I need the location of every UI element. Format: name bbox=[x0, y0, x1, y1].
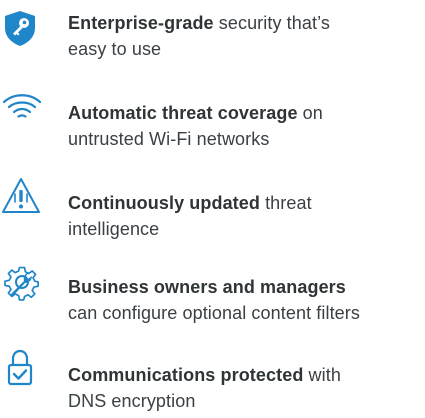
warning-triangle-icon bbox=[1, 176, 41, 216]
feature-rest-text: threat bbox=[259, 193, 312, 213]
feature-list: Enterprise-grade security that’s easy to… bbox=[0, 0, 425, 418]
feature-item-enterprise-security: Enterprise-grade security that’s easy to… bbox=[0, 6, 425, 62]
feature-second-line: DNS encryption bbox=[68, 391, 196, 411]
feature-item-threat-intelligence: Continuously updated threat intelligence bbox=[0, 174, 425, 239]
feature-rest-text: on bbox=[297, 103, 323, 123]
shield-key-icon bbox=[0, 8, 40, 48]
feature-text: Continuously updated threat intelligence bbox=[68, 190, 420, 242]
wifi-icon bbox=[2, 88, 42, 128]
feature-second-line: can configure optional content filters bbox=[68, 303, 360, 323]
feature-item-content-filters: Business owners and managers can configu… bbox=[0, 262, 425, 323]
feature-rest-text: security that’s bbox=[213, 13, 330, 33]
feature-rest-text: with bbox=[303, 365, 341, 385]
feature-text: Automatic threat coverage on untrusted W… bbox=[68, 100, 420, 152]
feature-second-line: untrusted Wi-Fi networks bbox=[68, 129, 270, 149]
feature-bold-text: Continuously updated bbox=[68, 193, 260, 213]
feature-bold-text: Communications protected bbox=[68, 365, 304, 385]
lock-check-icon bbox=[0, 348, 40, 388]
feature-text: Enterprise-grade security that’s easy to… bbox=[68, 10, 420, 62]
feature-item-dns-encryption: Communications protected with DNS encryp… bbox=[0, 348, 425, 411]
feature-second-line: intelligence bbox=[68, 219, 160, 239]
feature-bold-text: Enterprise-grade bbox=[68, 13, 214, 33]
feature-second-line: easy to use bbox=[68, 39, 162, 59]
feature-text: Communications protected with DNS encryp… bbox=[68, 362, 420, 414]
feature-text: Business owners and managers can configu… bbox=[68, 274, 420, 326]
gear-wrench-icon bbox=[2, 262, 42, 302]
feature-item-threat-coverage: Automatic threat coverage on untrusted W… bbox=[0, 88, 425, 149]
feature-bold-text: Business owners and managers bbox=[68, 277, 346, 297]
feature-bold-text: Automatic threat coverage bbox=[68, 103, 298, 123]
